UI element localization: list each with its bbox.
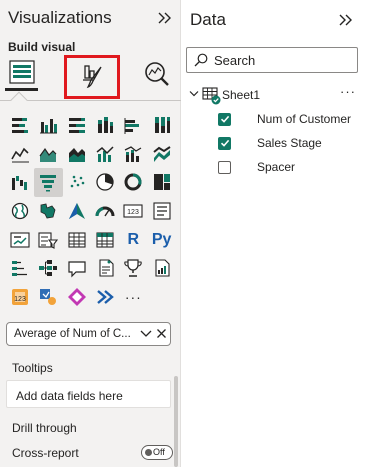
checkmark-icon: [220, 139, 229, 147]
table-icon[interactable]: [63, 225, 91, 254]
ribbon-chart-icon[interactable]: [147, 140, 175, 169]
treemap-icon[interactable]: [147, 168, 175, 197]
build-visual-tab[interactable]: [5, 55, 38, 91]
search-placeholder: Search: [214, 53, 256, 68]
r-visual-label: R: [127, 230, 140, 248]
visual-gallery-row: [6, 254, 176, 283]
key-influencers-icon[interactable]: [6, 254, 34, 283]
svg-text:123: 123: [127, 209, 139, 216]
funnel-chart-icon[interactable]: [34, 168, 63, 197]
power-apps-icon[interactable]: 123: [6, 283, 34, 312]
format-visual-tab[interactable]: [64, 55, 120, 99]
format-paintbrush-icon: [83, 65, 102, 89]
more-visuals-icon[interactable]: ···: [119, 283, 147, 312]
tab-pointer: [10, 91, 28, 109]
visual-gallery-row: 123 ···: [6, 283, 176, 312]
field-label: Spacer: [257, 160, 296, 174]
stacked-bar-chart-icon[interactable]: [6, 111, 34, 140]
python-visual-label: Py: [151, 230, 172, 248]
stacked-area-chart-icon[interactable]: [63, 140, 91, 169]
tooltips-drop-zone[interactable]: Add data fields here: [6, 380, 171, 408]
visualizations-pane: Visualizations Build visual 123 R Py 123 ···…: [0, 0, 181, 467]
cross-report-label: Cross-report: [12, 446, 79, 460]
expand-chevron-icon[interactable]: [189, 90, 199, 98]
analytics-tab[interactable]: [140, 57, 174, 91]
field-checkbox[interactable]: [218, 160, 231, 174]
waterfall-chart-icon[interactable]: [6, 168, 34, 197]
matrix-icon[interactable]: [91, 225, 119, 254]
stacked-column-chart-icon[interactable]: [91, 111, 119, 140]
field-label: Num of Customer: [257, 112, 352, 126]
line-stacked-column-icon[interactable]: [119, 140, 147, 169]
clustered-column-chart-icon[interactable]: [119, 111, 147, 140]
python-visual-icon[interactable]: Py: [147, 225, 175, 254]
slicer-icon[interactable]: [34, 225, 62, 254]
decomposition-tree-icon[interactable]: [34, 254, 62, 283]
visual-gallery-row: [6, 111, 176, 140]
multi-row-card-icon[interactable]: [147, 197, 175, 226]
drill-through-heading: Drill through: [12, 421, 77, 435]
smart-narrative-icon[interactable]: [91, 254, 119, 283]
filled-map-icon[interactable]: [34, 197, 62, 226]
vertical-scrollbar[interactable]: [174, 376, 178, 467]
table-name[interactable]: Sheet1: [222, 88, 260, 102]
line-chart-icon[interactable]: [6, 140, 34, 169]
data-pane: Data Search Sheet1 ··· Num of Customer Sa…: [182, 0, 366, 467]
checkmark-icon: [220, 115, 229, 123]
clustered-bar-chart-icon[interactable]: [34, 111, 62, 140]
field-checkbox[interactable]: [218, 136, 231, 150]
card-icon[interactable]: 123: [119, 197, 147, 226]
paginated-report-icon[interactable]: [147, 254, 175, 283]
power-automate-icon[interactable]: [34, 283, 62, 312]
area-chart-icon[interactable]: [34, 140, 62, 169]
svg-text:123: 123: [14, 296, 26, 303]
line-clustered-column-icon[interactable]: [91, 140, 119, 169]
donut-chart-icon[interactable]: [119, 168, 147, 197]
gauge-icon[interactable]: [91, 197, 119, 226]
cross-report-toggle[interactable]: Off: [141, 445, 173, 460]
more-visuals-label: ···: [124, 288, 142, 305]
analytics-magnifier-icon: [145, 62, 169, 86]
pie-chart-icon[interactable]: [91, 168, 119, 197]
collapse-visualizations-icon[interactable]: [156, 9, 174, 27]
hundred-percent-column-icon[interactable]: [147, 111, 175, 140]
toggle-state-label: Off: [153, 447, 165, 457]
visual-gallery-row: R Py: [6, 225, 176, 254]
azure-map-icon[interactable]: [63, 197, 91, 226]
toggle-knob: [145, 449, 152, 456]
visual-gallery-row: 123: [6, 197, 176, 226]
build-visual-label: Build visual: [8, 40, 76, 54]
tooltips-heading: Tooltips: [12, 361, 53, 375]
visualizations-title: Visualizations: [8, 8, 112, 27]
remove-field-icon[interactable]: [156, 328, 167, 339]
visual-type-gallery: 123 R Py 123 ···: [6, 111, 176, 311]
field-row[interactable]: Spacer: [218, 159, 295, 175]
kpi-icon[interactable]: [6, 225, 34, 254]
chevron-visual-icon[interactable]: [91, 283, 119, 312]
field-label: Sales Stage: [257, 136, 322, 150]
table-icon: [202, 87, 221, 105]
visual-gallery-row: [6, 140, 176, 169]
diamond-visual-icon[interactable]: [63, 283, 91, 312]
more-options-icon[interactable]: ···: [340, 84, 356, 99]
field-row[interactable]: Sales Stage: [218, 135, 322, 151]
field-row[interactable]: Num of Customer: [218, 111, 351, 127]
search-input[interactable]: Search: [186, 47, 358, 73]
r-visual-icon[interactable]: R: [119, 225, 147, 254]
collapse-data-icon[interactable]: [337, 11, 355, 29]
hundred-percent-bar-icon[interactable]: [63, 111, 91, 140]
qa-icon[interactable]: [63, 254, 91, 283]
search-icon: [194, 53, 208, 67]
scatter-chart-icon[interactable]: [63, 168, 91, 197]
map-icon[interactable]: [6, 197, 34, 226]
visual-gallery-row: [6, 168, 176, 197]
chevron-down-icon[interactable]: [140, 329, 152, 339]
metrics-icon[interactable]: [119, 254, 147, 283]
data-title: Data: [190, 10, 226, 29]
field-checkbox[interactable]: [218, 112, 231, 126]
build-visual-icon: [8, 59, 35, 84]
